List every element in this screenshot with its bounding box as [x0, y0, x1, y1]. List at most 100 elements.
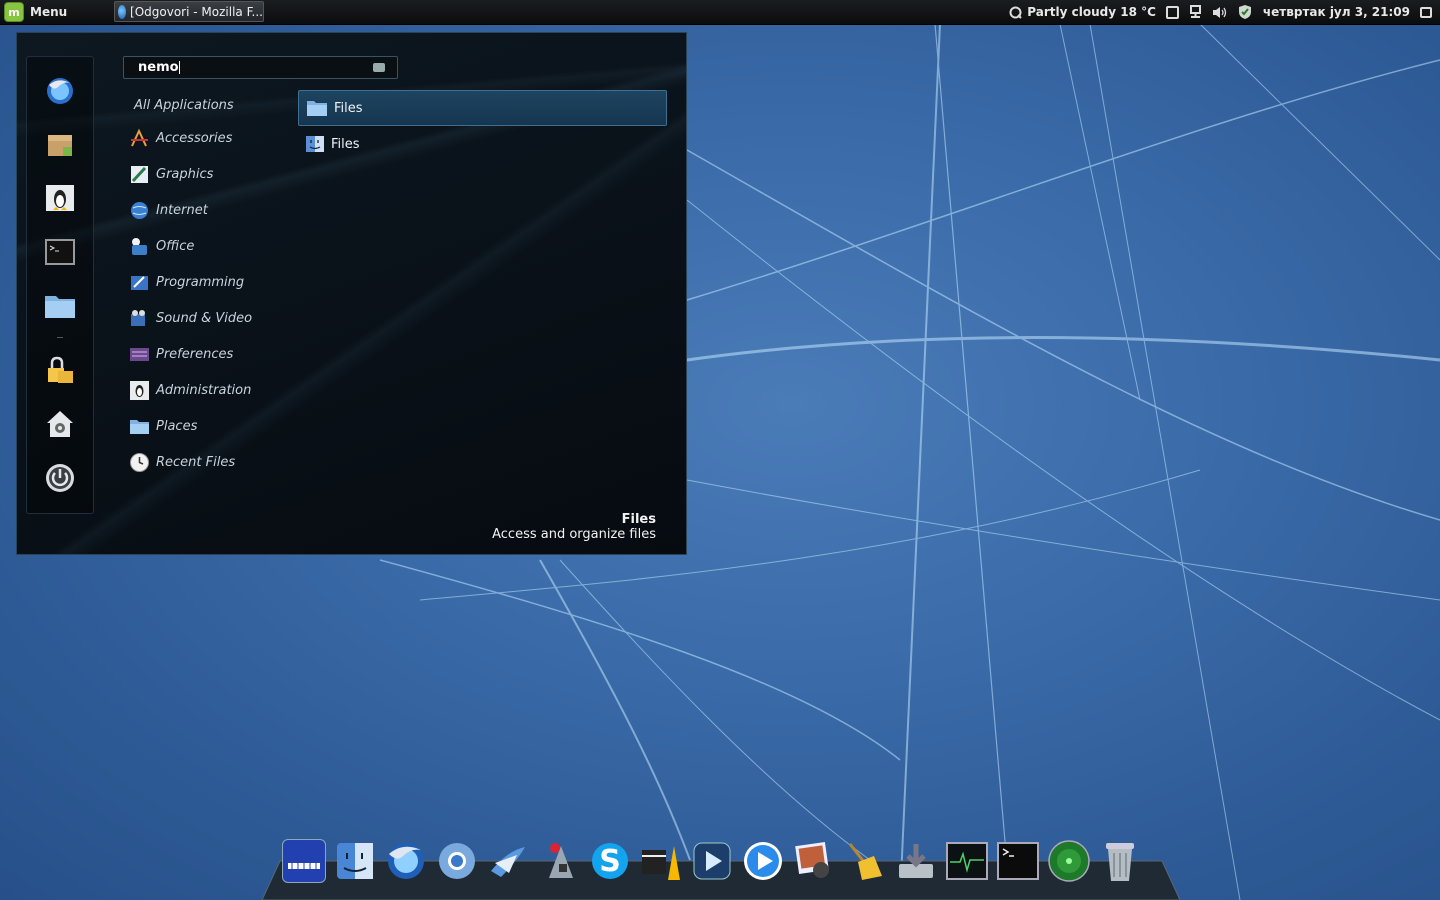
category-label: Graphics: [156, 166, 214, 182]
clock-text[interactable]: четвртак јул 3, 21:09: [1263, 5, 1410, 19]
category-preferences[interactable]: Preferences: [129, 339, 233, 369]
terminal-icon: [997, 842, 1039, 880]
dock: S: [262, 839, 1180, 900]
description-panel: Files Access and organize files: [492, 512, 656, 542]
category-label: Places: [156, 418, 198, 434]
favorites-sidebar: [26, 56, 94, 514]
category-label: Preferences: [156, 346, 234, 362]
weather-text: Partly cloudy 18 °C: [1027, 5, 1156, 19]
favorite-software-manager[interactable]: [43, 127, 77, 161]
category-label: Programming: [156, 274, 245, 290]
category-administration[interactable]: Administration: [129, 375, 251, 405]
dock-finder[interactable]: [333, 839, 377, 883]
category-all-applications[interactable]: All Applications: [134, 90, 234, 120]
category-internet[interactable]: Internet: [129, 195, 208, 225]
category-sound-video[interactable]: Sound & Video: [129, 303, 252, 333]
application-menu: nemo All Applications Accessories Graphi…: [16, 32, 687, 555]
category-accessories[interactable]: Accessories: [129, 123, 232, 153]
dock-quicktime[interactable]: [690, 839, 734, 883]
dock-firefox[interactable]: [384, 839, 428, 883]
terminal-icon: [45, 239, 75, 265]
lock-icon: [48, 356, 73, 383]
sound-video-icon: [131, 309, 145, 326]
dock-system-monitor[interactable]: [945, 839, 989, 883]
category-graphics[interactable]: Graphics: [129, 159, 213, 189]
dock-installer[interactable]: [894, 839, 938, 883]
update-shield-icon[interactable]: [1237, 4, 1253, 20]
mail-icon: [491, 847, 525, 877]
dock-vlc[interactable]: [639, 839, 683, 883]
dock-photos[interactable]: [792, 839, 836, 883]
network-icon[interactable]: [1189, 5, 1202, 19]
taskbar-window-title: [Odgovori - Mozilla F...: [130, 4, 263, 19]
clear-search-icon[interactable]: [373, 63, 385, 72]
description-text: Access and organize files: [492, 527, 656, 542]
clipboard-icon[interactable]: [1165, 5, 1179, 19]
dock-trash[interactable]: [1098, 839, 1142, 883]
favorites-separator: [57, 337, 63, 338]
favorite-system-settings[interactable]: [43, 181, 77, 215]
result-item-files-nemo[interactable]: Files: [298, 90, 667, 126]
panel-icon: [288, 863, 320, 869]
dock-media-player[interactable]: [741, 839, 785, 883]
vlc-icon: [642, 846, 680, 880]
preferences-icon: [130, 347, 149, 361]
category-label: Sound & Video: [156, 310, 253, 326]
photos-icon: [795, 842, 829, 878]
firefox-icon: [388, 843, 424, 879]
chromium-icon: [439, 843, 475, 879]
administration-icon: [130, 380, 149, 400]
shutdown-button[interactable]: [43, 461, 77, 495]
result-label: Files: [331, 136, 360, 152]
skype-icon: S: [592, 843, 628, 879]
category-programming[interactable]: Programming: [129, 267, 244, 297]
dock-sprite-app[interactable]: [537, 839, 581, 883]
menu-label: Menu: [30, 5, 68, 19]
favorite-terminal[interactable]: [43, 235, 77, 269]
dock-chromium[interactable]: [435, 839, 479, 883]
accessories-icon: [131, 128, 148, 146]
linux-mint-icon: m: [4, 2, 24, 22]
category-office[interactable]: Office: [129, 231, 194, 261]
weather-icon: [1009, 6, 1023, 19]
dock-skype[interactable]: S: [588, 839, 632, 883]
top-panel: m Menu [Odgovori - Mozilla F... Partly c…: [0, 0, 1440, 25]
weather-applet[interactable]: Partly cloudy 18 °C: [1009, 5, 1156, 19]
system-tray: Partly cloudy 18 °C четвртак јул 3, 21:0…: [1009, 0, 1432, 24]
taskbar-window-button[interactable]: [Odgovori - Mozilla F...: [114, 1, 264, 22]
volume-icon[interactable]: [1212, 6, 1227, 19]
category-label: Accessories: [156, 130, 233, 146]
dock-terminal[interactable]: [996, 839, 1040, 883]
logout-button[interactable]: [43, 407, 77, 441]
category-label: Internet: [156, 202, 208, 218]
dock-mail[interactable]: [486, 839, 530, 883]
office-icon: [132, 237, 147, 255]
search-input[interactable]: nemo: [123, 56, 398, 79]
search-text: nemo: [138, 60, 179, 75]
sprite-icon: [549, 843, 573, 878]
quicktime-icon: [693, 842, 731, 880]
result-item-files[interactable]: Files: [298, 126, 667, 162]
category-places[interactable]: Places: [129, 411, 197, 441]
monitor-icon: [946, 842, 988, 880]
dock-network-radar[interactable]: [1047, 839, 1091, 883]
play-icon: [744, 842, 782, 880]
category-recent-files[interactable]: Recent Files: [129, 447, 235, 477]
folder-icon: [307, 101, 327, 116]
programming-icon: [131, 275, 148, 290]
menu-button[interactable]: m Menu: [4, 1, 67, 23]
package-icon: [48, 135, 72, 156]
dock-panel-launcher[interactable]: [282, 839, 326, 883]
category-label: Recent Files: [156, 454, 236, 470]
svg-text:S: S: [599, 844, 621, 879]
favorite-files[interactable]: [43, 289, 77, 323]
power-icon: [46, 464, 74, 492]
trash-icon: [1106, 843, 1134, 881]
tux-icon: [46, 185, 74, 211]
install-icon: [899, 844, 933, 878]
favorite-firefox[interactable]: [43, 74, 77, 108]
show-desktop-icon[interactable]: [1420, 6, 1432, 18]
lock-screen-button[interactable]: [43, 353, 77, 387]
dock-cleaner[interactable]: [843, 839, 887, 883]
radar-icon: [1048, 840, 1090, 882]
